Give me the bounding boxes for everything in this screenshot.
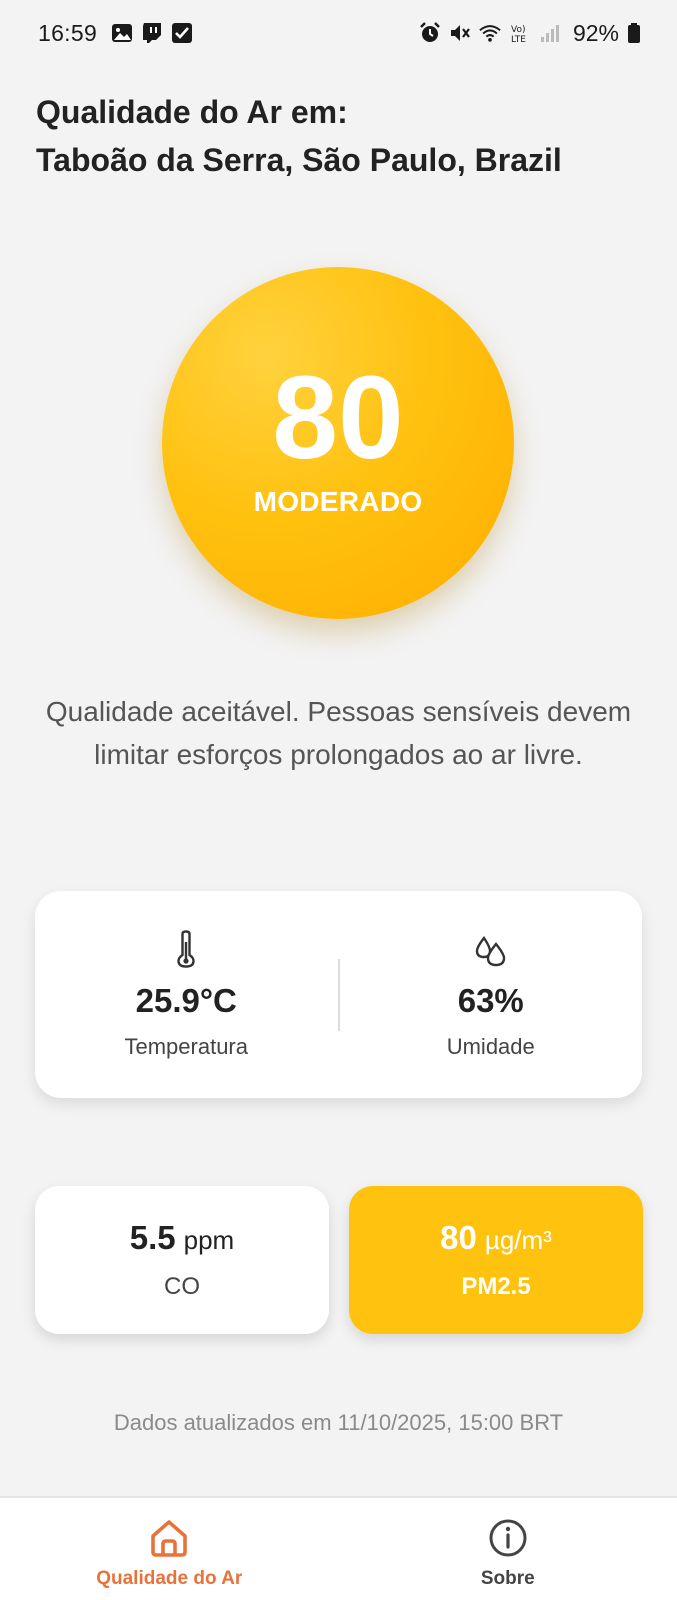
co-reading: 5.5 ppm <box>130 1219 234 1257</box>
svg-text:LTE: LTE <box>511 35 526 44</box>
check-icon <box>172 23 193 43</box>
wifi-icon <box>479 25 501 42</box>
pm25-reading: 80 µg/m³ <box>440 1219 552 1257</box>
app-screen: 16:59 Vo) LTE 92% Qualidade do Ar em: Ta… <box>0 0 677 1600</box>
droplets-icon <box>475 935 505 966</box>
status-bar: 16:59 Vo) LTE 92% <box>0 0 677 66</box>
thermometer-icon <box>177 929 195 968</box>
co-unit: ppm <box>183 1225 235 1255</box>
alarm-icon <box>420 22 440 42</box>
status-bar-left: 16:59 <box>38 20 193 47</box>
pm25-label: PM2.5 <box>461 1273 531 1300</box>
battery-icon <box>628 23 640 43</box>
temperature-value: 25.9°C <box>135 981 237 1019</box>
page-title: Qualidade do Ar em: Taboão da Serra, São… <box>36 88 646 184</box>
nav-item-air-quality[interactable]: Qualidade do Ar <box>0 1498 339 1600</box>
aqi-value: 80 <box>272 352 404 484</box>
co-card[interactable]: 5.5 ppm CO <box>35 1186 329 1334</box>
co-label: CO <box>164 1273 200 1300</box>
page-title-line1: Qualidade do Ar em: <box>36 94 348 130</box>
temperature-item: 25.9°C Temperatura <box>35 891 338 1098</box>
home-icon <box>151 1520 188 1557</box>
battery-percentage: 92% <box>572 19 619 46</box>
bottom-nav: Qualidade do Ar Sobre <box>0 1496 677 1600</box>
humidity-label: Umidade <box>446 1033 535 1059</box>
mute-icon <box>450 25 470 41</box>
volte-icon: Vo) LTE <box>511 25 526 44</box>
info-icon <box>489 1519 527 1557</box>
co-value: 5.5 <box>129 1219 176 1256</box>
gallery-icon <box>112 24 133 42</box>
aqi-description: Qualidade aceitável. Pessoas sensíveis d… <box>45 696 632 770</box>
weather-card: 25.9°C Temperatura 63% Umidade <box>35 891 642 1098</box>
location-name: Taboão da Serra, São Paulo, Brazil <box>36 142 562 178</box>
twitch-icon <box>143 23 162 43</box>
status-bar-right: Vo) LTE 92% <box>419 20 641 47</box>
signal-icon <box>540 25 559 42</box>
humidity-value: 63% <box>457 981 524 1019</box>
humidity-item: 63% Umidade <box>340 891 643 1098</box>
nav-label-air-quality: Qualidade do Ar <box>96 1568 243 1589</box>
svg-text:Vo): Vo) <box>511 25 525 35</box>
nav-item-about[interactable]: Sobre <box>339 1498 677 1600</box>
nav-label-about: Sobre <box>480 1568 535 1589</box>
aqi-category: MODERADO <box>253 486 423 517</box>
aqi-indicator: 80 MODERADO <box>162 267 514 619</box>
temperature-label: Temperatura <box>124 1033 248 1059</box>
pm25-card[interactable]: 80 µg/m³ PM2.5 <box>349 1186 643 1334</box>
pm25-unit: µg/m³ <box>484 1225 552 1255</box>
status-time: 16:59 <box>38 19 98 46</box>
pm25-value: 80 <box>440 1219 477 1256</box>
last-updated-text: Dados atualizados em 11/10/2025, 15:00 B… <box>113 1410 564 1435</box>
